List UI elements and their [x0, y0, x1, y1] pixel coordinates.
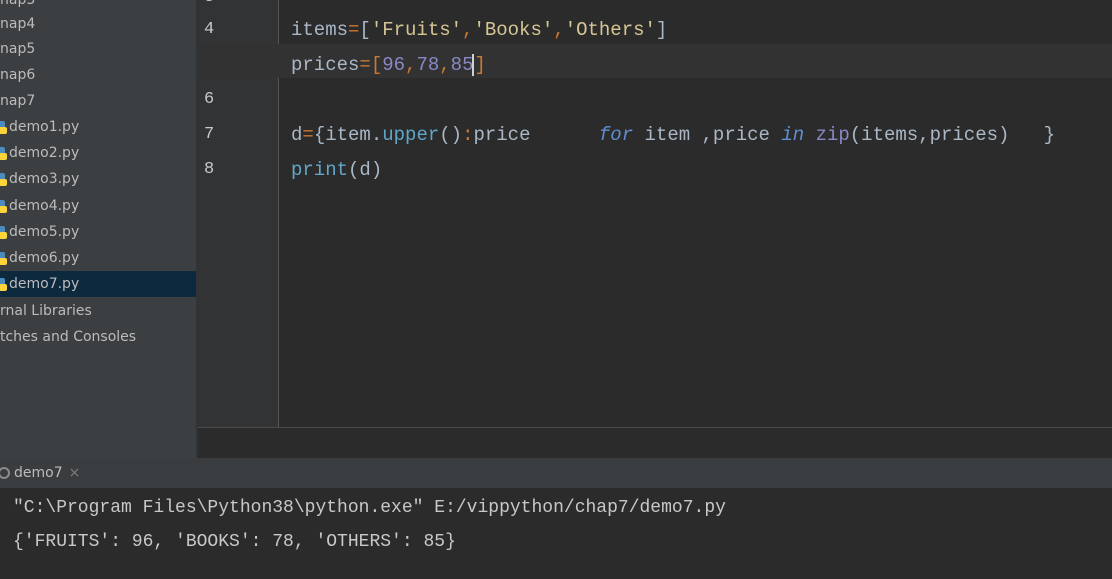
line-number: 3	[204, 0, 234, 8]
code-token: ,	[553, 19, 565, 41]
tree-item-file-selected[interactable]: demo7.py	[0, 271, 196, 297]
close-icon[interactable]: ×	[69, 465, 81, 481]
code-token: zip	[815, 124, 850, 146]
console-output-line: {'FRUITS': 96, 'BOOKS': 78, 'OTHERS': 85…	[13, 532, 456, 552]
python-file-icon	[0, 120, 7, 134]
line-number: 8	[204, 160, 215, 179]
code-line-5[interactable]: prices=[96,78,85]	[291, 54, 486, 76]
python-file-icon	[0, 277, 7, 291]
run-tab-label: demo7	[14, 465, 63, 481]
project-tree: nap3 nap4 nap5 nap6 nap7 demo1.py demo2.…	[0, 0, 196, 458]
code-token: 'Fruits'	[370, 19, 463, 41]
code-token: [	[370, 54, 383, 76]
tree-item-label: nap7	[0, 93, 36, 109]
tree-item-folder[interactable]: nap7	[0, 88, 196, 114]
code-token: 85	[450, 54, 474, 76]
line-number: 4	[204, 20, 215, 39]
tree-item-scratches[interactable]: tches and Consoles	[0, 324, 196, 350]
code-token: ,	[439, 54, 451, 76]
tree-item-external-libraries[interactable]: rnal Libraries	[0, 298, 196, 324]
tree-item-label: tches and Consoles	[0, 329, 137, 345]
code-token: ]	[474, 54, 486, 76]
code-token: 'Others'	[564, 19, 656, 41]
code-token: ,	[462, 19, 474, 41]
code-token: 'Books'	[473, 19, 554, 41]
tree-item-label: demo1.py	[9, 119, 80, 135]
tree-item-label: nap6	[0, 67, 36, 83]
tree-item-file[interactable]: demo6.py	[0, 245, 196, 271]
tree-item-label: demo4.py	[9, 198, 80, 214]
code-line-7[interactable]: d={item.upper():price for item ,price in…	[291, 124, 1055, 146]
python-file-icon	[0, 225, 7, 239]
tree-item-file[interactable]: demo2.py	[0, 140, 196, 166]
code-token: =	[348, 19, 360, 41]
code-token: item ,price	[633, 124, 782, 146]
tree-item-folder[interactable]: nap4	[0, 11, 196, 37]
run-console[interactable]: "C:\Program Files\Python38\python.exe" E…	[0, 488, 1112, 579]
code-token: (items,prices) }	[849, 124, 1056, 146]
python-file-icon	[0, 146, 7, 160]
code-token: :	[462, 124, 474, 146]
code-token: (d)	[348, 159, 383, 181]
line-number: 7	[204, 125, 215, 144]
tree-item-label: nap3	[0, 0, 36, 8]
tree-item-file[interactable]: demo3.py	[0, 166, 196, 192]
code-token: =	[359, 54, 371, 76]
python-file-icon	[0, 199, 7, 213]
tree-item-label: demo2.py	[9, 145, 80, 161]
code-token: =	[302, 124, 314, 146]
code-token: prices	[291, 54, 360, 76]
tree-item-label: demo5.py	[9, 224, 80, 240]
tree-item-folder[interactable]: nap6	[0, 62, 196, 88]
tree-item-folder[interactable]: nap5	[0, 36, 196, 62]
code-token: upper	[382, 124, 440, 146]
code-token: 96	[382, 54, 406, 76]
code-token: ,	[405, 54, 417, 76]
code-token: in	[781, 124, 805, 146]
tree-item-label: demo6.py	[9, 250, 80, 266]
run-config-icon	[0, 467, 10, 479]
tree-item-file[interactable]: demo4.py	[0, 193, 196, 219]
tree-item-label: nap4	[0, 16, 36, 32]
code-token: 78	[416, 54, 440, 76]
code-token: {item.	[313, 124, 383, 146]
run-tab-demo7[interactable]: demo7 ×	[0, 458, 84, 488]
tree-item-file[interactable]: demo1.py	[0, 114, 196, 140]
tree-item-label: demo3.py	[9, 171, 80, 187]
python-file-icon	[0, 172, 7, 186]
code-token: d	[291, 124, 303, 146]
run-tool-window-tabs: demo7 ×	[0, 458, 1112, 488]
code-token: for	[598, 124, 634, 146]
code-token: [	[359, 19, 371, 41]
python-file-icon	[0, 251, 7, 265]
code-token: items	[291, 19, 349, 41]
tree-item-label: nap5	[0, 41, 36, 57]
tree-item-label: rnal Libraries	[0, 303, 92, 319]
code-token: print	[291, 159, 349, 181]
code-token: ()	[439, 124, 463, 146]
tree-item-label: demo7.py	[9, 276, 80, 292]
code-line-8[interactable]: print(d)	[291, 159, 382, 181]
console-command-line: "C:\Program Files\Python38\python.exe" E…	[13, 498, 726, 518]
code-token: ]	[655, 19, 668, 41]
editor-status-strip	[198, 428, 1112, 458]
tree-item-file[interactable]: demo5.py	[0, 219, 196, 245]
code-token: price	[473, 124, 599, 146]
code-line-4[interactable]: items=['Fruits','Books','Others']	[291, 19, 667, 41]
line-number: 6	[204, 90, 215, 109]
